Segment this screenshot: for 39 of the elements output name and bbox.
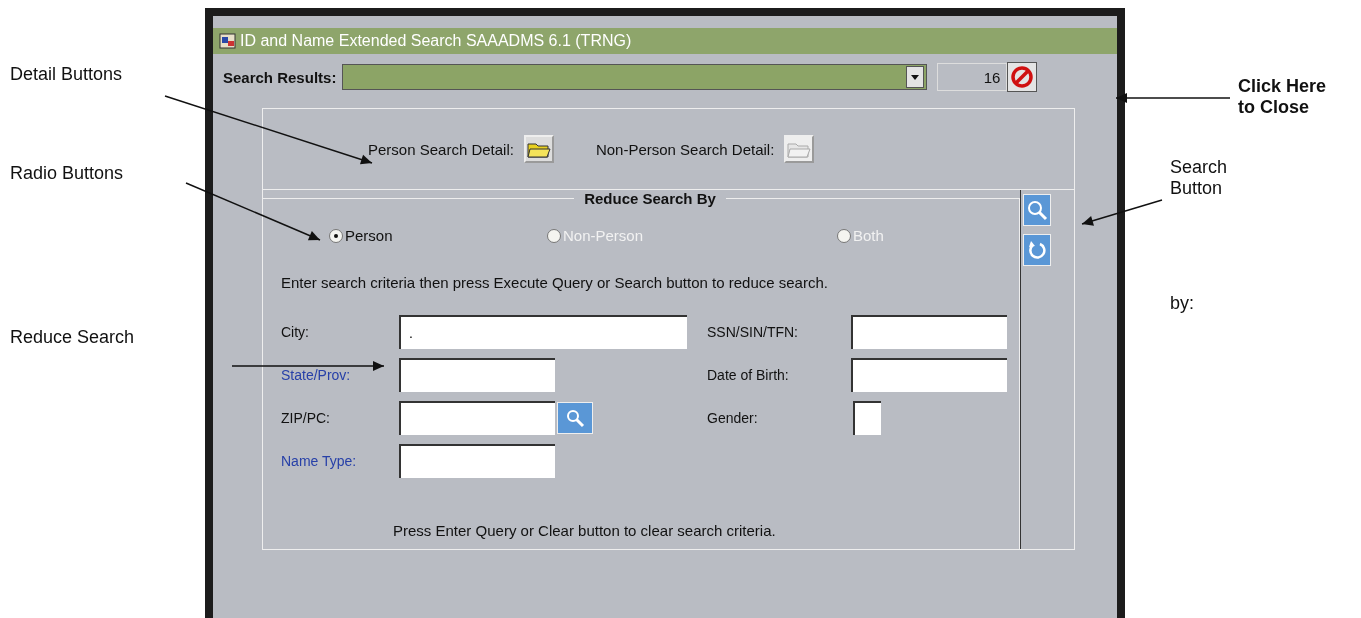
caret-icon bbox=[906, 66, 925, 88]
callout-label: Detail Buttons bbox=[10, 64, 124, 85]
callout-label: Click Here to Close bbox=[1238, 76, 1328, 118]
result-count: 16 bbox=[937, 63, 1008, 91]
input-field[interactable] bbox=[399, 400, 555, 435]
callout-label: Search Button bbox=[1170, 157, 1229, 199]
radio-option[interactable]: Person bbox=[329, 227, 547, 244]
search-icon bbox=[1025, 198, 1049, 222]
search-button[interactable] bbox=[1023, 194, 1051, 226]
search-results-dropdown[interactable] bbox=[342, 64, 928, 90]
input-field[interactable] bbox=[399, 357, 555, 392]
input-field[interactable]: . bbox=[399, 314, 687, 349]
field-label: Name Type: bbox=[281, 452, 358, 469]
search-results-label: Search Results: bbox=[223, 68, 337, 86]
input-field[interactable] bbox=[851, 357, 1007, 392]
field-label: SSN/SIN/TFN: bbox=[707, 323, 799, 340]
field-label: Date of Birth: bbox=[707, 366, 790, 383]
field-label: Gender: bbox=[707, 409, 759, 426]
footer-text: Press Enter Query or Clear button to clear search criteria. bbox=[393, 522, 777, 539]
field-label: City: bbox=[281, 323, 310, 340]
callout-label: Radio Buttons bbox=[10, 162, 125, 184]
callout-label: by: bbox=[1170, 292, 1195, 314]
detail-label: Non-Person Search Detail: bbox=[595, 140, 775, 158]
app-icon bbox=[219, 32, 237, 50]
clear-button[interactable] bbox=[1023, 234, 1051, 266]
detail-label: Person Search Detail: bbox=[368, 140, 514, 158]
callout-label: Reduce Search bbox=[10, 327, 136, 349]
group-title: Reduce Search By bbox=[583, 190, 717, 207]
instruction-text: Enter search criteria then press Execute Query or Search button to reduce search. bbox=[281, 274, 829, 291]
close-button[interactable] bbox=[1007, 62, 1038, 92]
input-field[interactable] bbox=[399, 443, 555, 478]
search-button[interactable] bbox=[557, 401, 593, 434]
field-label: ZIP/PC: bbox=[281, 409, 331, 426]
close-icon bbox=[1010, 65, 1035, 89]
field-label: State/Prov: bbox=[281, 366, 352, 383]
window-title: ID and Name Extended Search SAAADMS 6.1 (TRNG) bbox=[240, 32, 632, 50]
input-field[interactable] bbox=[851, 314, 1007, 349]
folder-button[interactable] bbox=[523, 135, 554, 163]
input-field[interactable] bbox=[853, 400, 881, 435]
